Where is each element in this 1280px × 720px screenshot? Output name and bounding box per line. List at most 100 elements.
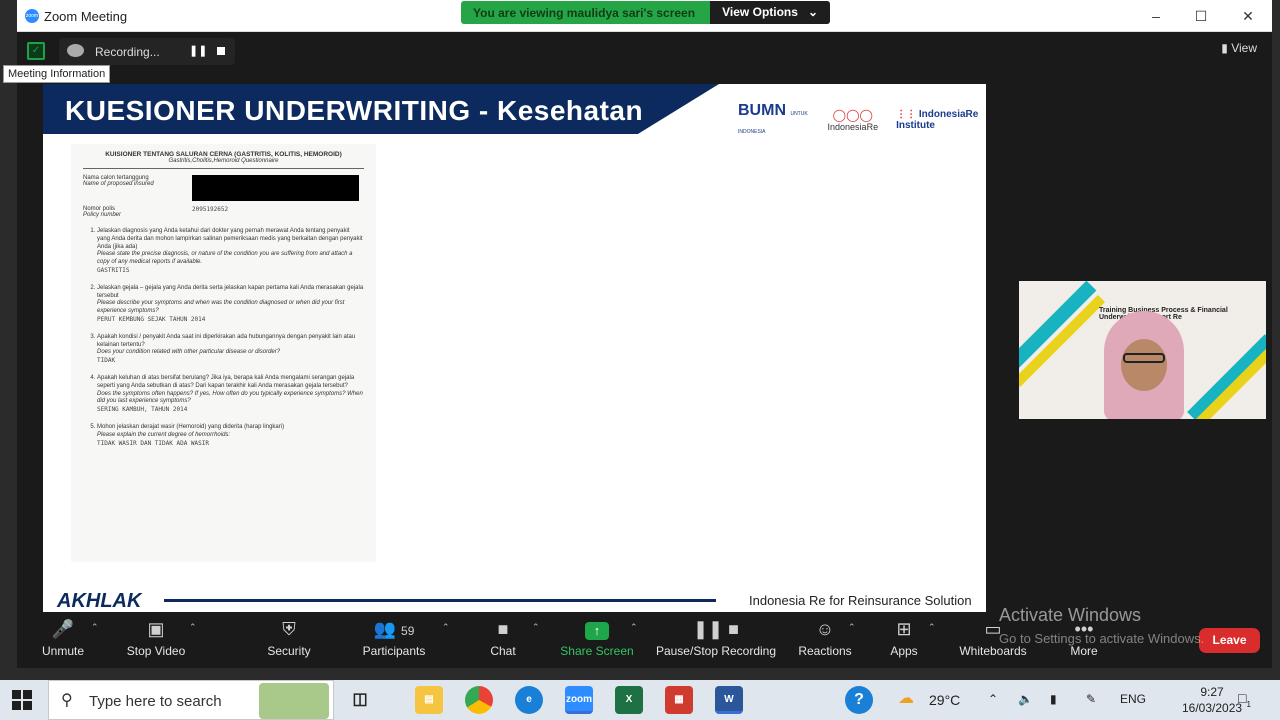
view-button[interactable]: ▮ View xyxy=(1221,41,1257,55)
indonesiare-logo: ◯◯◯ IndonesiaRe xyxy=(827,108,879,132)
windows-taskbar: ⚲ Type here to search ◫ ▤ e zoom X ▦ W ?… xyxy=(0,680,1280,720)
apps-label: Apps xyxy=(890,644,918,658)
reactions-label: Reactions xyxy=(798,644,852,658)
pause-stop-recording-button[interactable]: ❚❚ ■ Pause/Stop Recording xyxy=(653,618,779,658)
questionnaire-document: KUISIONER TENTANG SALURAN CERNA (GASTRIT… xyxy=(71,144,376,562)
audio-options-caret-icon[interactable]: ⌃ xyxy=(91,622,99,633)
show-hidden-icons-chevron-icon[interactable]: ⌃ xyxy=(988,692,998,706)
stop-recording-icon[interactable] xyxy=(217,47,225,55)
policy-number-value: 2095192652 xyxy=(192,206,229,213)
chat-button[interactable]: ■ Chat xyxy=(487,618,519,658)
slide-header: KUESIONER UNDERWRITING - Kesehatan xyxy=(43,84,719,134)
question-list: Jelaskan diagnosis yang Anda ketahui dar… xyxy=(83,228,364,448)
battery-icon[interactable]: ▮ xyxy=(1050,692,1057,706)
participant-face xyxy=(1121,339,1167,391)
cloud-recording-icon xyxy=(67,44,84,57)
leave-button[interactable]: Leave xyxy=(1199,628,1260,653)
volume-icon[interactable]: 🔈 xyxy=(1018,692,1033,706)
pause-stop-icon: ❚❚ ■ xyxy=(692,619,740,639)
slide-tagline: Indonesia Re for Reinsurance Solution xyxy=(749,593,972,608)
share-banner-message: You are viewing maulidya sari's screen xyxy=(473,6,696,20)
participants-button[interactable]: 👥 59 Participants xyxy=(359,618,429,658)
share-screen-icon: ↑ xyxy=(560,618,634,640)
input-language[interactable]: ENG xyxy=(1120,692,1146,706)
question-item: Jelaskan gejala – gejala yang Anda derit… xyxy=(97,285,364,325)
search-icon: ⚲ xyxy=(61,692,73,709)
participant-glasses xyxy=(1123,353,1165,363)
windows-start-icon[interactable] xyxy=(12,690,32,710)
notifications-icon[interactable]: □1 xyxy=(1238,690,1251,709)
security-button[interactable]: ⛨ Security xyxy=(264,618,314,658)
emoji-plus-icon: ☺ xyxy=(815,619,835,639)
akhlak-logo: AKHLAK xyxy=(57,590,142,612)
reactions-options-caret-icon[interactable]: ⌃ xyxy=(848,622,856,633)
window-title: Zoom Meeting xyxy=(44,9,128,24)
chrome-icon[interactable] xyxy=(465,686,493,714)
screen-share-banner: You are viewing maulidya sari's screen V… xyxy=(461,1,830,24)
chat-bubble-icon: ■ xyxy=(497,619,509,639)
participants-icon: 👥 59 xyxy=(373,619,415,639)
task-view-icon[interactable]: ◫ xyxy=(346,686,374,714)
doc-header: KUISIONER TENTANG SALURAN CERNA (GASTRIT… xyxy=(105,151,342,158)
minimize-button[interactable]: – xyxy=(1141,6,1171,26)
pause-recording-icon[interactable]: ❚❚ xyxy=(189,44,207,57)
view-button-label: View xyxy=(1231,41,1257,55)
question-item: Apakah kondisi / penyakit Anda saat ini … xyxy=(97,334,364,366)
zoom-logo-icon: zoom xyxy=(25,9,39,23)
clock-time: 9:27 xyxy=(1200,685,1224,699)
doc-subheader: Gastritis,Cholitis,Hemoroid Questionnair… xyxy=(168,158,279,164)
shared-slide: KUESIONER UNDERWRITING - Kesehatan BUMN … xyxy=(43,84,986,614)
participant-video-tile[interactable]: Training Business Process & Financial Un… xyxy=(1019,281,1266,419)
view-options-label: View Options xyxy=(722,5,798,19)
meeting-information-tooltip: Meeting Information xyxy=(3,65,111,83)
taskbar-search-box[interactable]: ⚲ Type here to search xyxy=(48,680,334,720)
close-button[interactable]: ✕ xyxy=(1233,6,1263,26)
apps-button[interactable]: ⊞ Apps xyxy=(888,618,920,658)
file-explorer-icon[interactable]: ▤ xyxy=(415,686,443,714)
bumn-logo: BUMN UNTUK INDONESIA xyxy=(738,102,808,135)
participants-options-caret-icon[interactable]: ⌃ xyxy=(442,622,450,633)
stop-video-button[interactable]: ▣ Stop Video xyxy=(123,618,189,658)
reactions-button[interactable]: ☺ Reactions xyxy=(797,618,853,658)
temperature[interactable]: 29°C xyxy=(929,692,960,708)
edge-icon[interactable]: e xyxy=(515,686,543,714)
excel-icon[interactable]: X xyxy=(615,686,643,714)
word-icon[interactable]: W xyxy=(715,686,743,714)
video-camera-icon: ▣ xyxy=(147,619,165,639)
chat-options-caret-icon[interactable]: ⌃ xyxy=(532,622,540,633)
notifications-count: 1 xyxy=(1246,699,1251,709)
question-item: Apakah keluhan di atas bersifat berulang… xyxy=(97,375,364,415)
share-screen-label: Share Screen xyxy=(560,644,634,658)
shield-icon: ⛨ xyxy=(282,619,296,639)
activate-windows-watermark: Activate Windows xyxy=(999,605,1142,625)
slide-logos: BUMN UNTUK INDONESIA ◯◯◯ IndonesiaRe ⋮⋮ I… xyxy=(738,102,986,138)
slide-footer-line xyxy=(164,599,716,602)
view-options-button[interactable]: View Options ⌄ xyxy=(710,1,830,24)
help-icon[interactable]: ? xyxy=(845,686,873,714)
more-label: More xyxy=(1070,644,1098,658)
apps-icon: ⊞ xyxy=(896,619,912,639)
security-app-icon[interactable]: ▦ xyxy=(665,686,693,714)
zoom-taskbar-icon[interactable]: zoom xyxy=(565,686,593,714)
share-screen-button[interactable]: ↑ Share Screen xyxy=(560,618,634,658)
question-item: Mohon jelaskan derajat wasir (Hemoroid) … xyxy=(97,424,364,448)
whiteboards-label: Whiteboards xyxy=(959,644,1027,658)
background-stripe xyxy=(1187,334,1266,419)
doc-divider xyxy=(83,168,364,169)
weather-icon[interactable]: ☁ xyxy=(898,688,914,708)
recording-label: Recording... xyxy=(95,45,160,59)
apps-options-caret-icon[interactable]: ⌃ xyxy=(928,622,936,633)
participants-count: 59 xyxy=(401,624,415,638)
taskbar-clock[interactable]: 9:27 16/03/2023 xyxy=(1182,684,1242,716)
search-highlight-illustration xyxy=(259,683,329,719)
meeting-information-shield-icon[interactable]: ✓ xyxy=(27,42,45,60)
clock-date: 16/03/2023 xyxy=(1182,701,1243,715)
unmute-button[interactable]: 🎤 Unmute xyxy=(39,618,87,658)
maximize-button[interactable]: ☐ xyxy=(1186,6,1216,26)
activate-windows-subtext: Go to Settings to activate Windows. xyxy=(999,631,1205,646)
pen-icon[interactable]: ✎ xyxy=(1086,692,1096,706)
participants-label: Participants xyxy=(362,644,426,658)
video-options-caret-icon[interactable]: ⌃ xyxy=(189,622,197,633)
share-options-caret-icon[interactable]: ⌃ xyxy=(630,622,638,633)
chevron-down-icon: ⌄ xyxy=(807,5,818,19)
